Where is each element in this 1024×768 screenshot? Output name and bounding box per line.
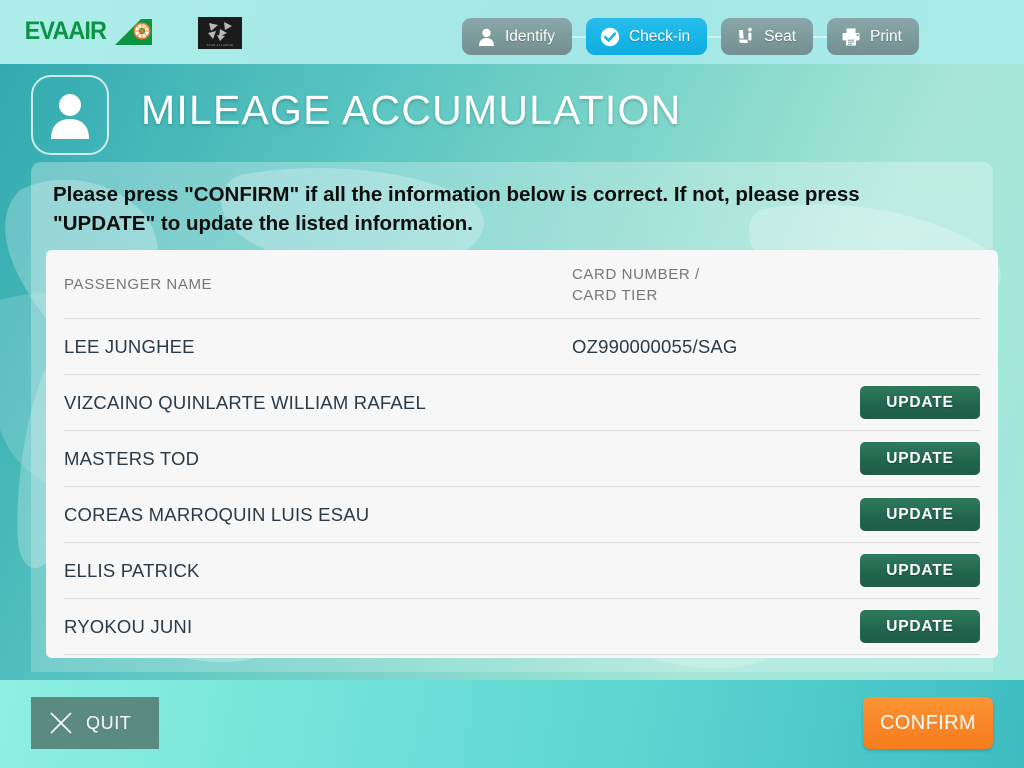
tab-seat-label: Seat <box>764 28 796 46</box>
passenger-table: PASSENGER NAME CARD NUMBER / CARD TIER L… <box>46 250 998 658</box>
eva-air-logo: EVAAIR <box>22 17 155 46</box>
instruction-text: Please press "CONFIRM" if all the inform… <box>53 180 958 238</box>
person-icon <box>475 26 497 48</box>
column-header-card: CARD NUMBER / CARD TIER <box>572 250 980 306</box>
table-row: ELLIS PATRICK UPDATE <box>46 543 998 598</box>
star-alliance-logo: STAR ALLIANCE <box>198 17 242 49</box>
passenger-name: ELLIS PATRICK <box>64 560 572 582</box>
content-panel: Please press "CONFIRM" if all the inform… <box>31 162 993 672</box>
printer-icon <box>840 26 862 48</box>
row-action: UPDATE <box>840 610 980 643</box>
update-button[interactable]: UPDATE <box>860 554 980 587</box>
table-row: MASTERS TOD UPDATE <box>46 431 998 486</box>
passenger-name: VIZCAINO QUINLARTE WILLIAM RAFAEL <box>64 392 572 414</box>
update-button[interactable]: UPDATE <box>860 610 980 643</box>
update-button[interactable]: UPDATE <box>860 498 980 531</box>
column-header-card-line1: CARD NUMBER / <box>572 264 980 285</box>
row-action: UPDATE <box>840 554 980 587</box>
table-header-row: PASSENGER NAME CARD NUMBER / CARD TIER <box>46 250 998 318</box>
divider <box>64 654 980 655</box>
passenger-name: LEE JUNGHEE <box>64 336 572 358</box>
passenger-name: RYOKOU JUNI <box>64 616 572 638</box>
eva-air-wordmark: EVAAIR <box>25 17 106 46</box>
seat-icon <box>734 26 756 48</box>
row-action: UPDATE <box>840 498 980 531</box>
check-circle-icon <box>599 26 621 48</box>
star-alliance-label: STAR ALLIANCE <box>207 43 234 47</box>
table-row: RYOKOU JUNI UPDATE <box>46 599 998 654</box>
page-title: MILEAGE ACCUMULATION <box>141 87 681 134</box>
confirm-button[interactable]: CONFIRM <box>863 697 993 749</box>
person-icon <box>48 91 92 139</box>
tab-identify-label: Identify <box>505 28 555 46</box>
card-number: OZ990000055/SAG <box>572 336 840 358</box>
tab-connector <box>707 36 721 38</box>
tab-connector <box>813 36 827 38</box>
row-action: UPDATE <box>840 442 980 475</box>
column-header-passenger-name: PASSENGER NAME <box>64 250 572 295</box>
table-row: COREAS MARROQUIN LUIS ESAU UPDATE <box>46 487 998 542</box>
tab-seat[interactable]: Seat <box>721 18 813 55</box>
top-bar: EVAAIR STAR ALLIANCE <box>0 0 1024 64</box>
passenger-name: MASTERS TOD <box>64 448 572 470</box>
column-header-card-line2: CARD TIER <box>572 285 980 306</box>
close-x-icon <box>48 710 74 736</box>
tab-checkin-label: Check-in <box>629 28 690 46</box>
progress-tabs: Identify Check-in Seat <box>462 18 919 55</box>
tab-checkin[interactable]: Check-in <box>586 18 707 55</box>
tab-print-label: Print <box>870 28 902 46</box>
row-action: UPDATE <box>840 386 980 419</box>
quit-button[interactable]: QUIT <box>31 697 159 749</box>
update-button[interactable]: UPDATE <box>860 442 980 475</box>
avatar <box>31 75 109 155</box>
table-row: VIZCAINO QUINLARTE WILLIAM RAFAEL UPDATE <box>46 375 998 430</box>
update-button[interactable]: UPDATE <box>860 386 980 419</box>
table-row: LEE JUNGHEE OZ990000055/SAG <box>46 319 998 374</box>
quit-button-label: QUIT <box>86 713 131 734</box>
bottom-bar: QUIT CONFIRM <box>0 680 1024 768</box>
tab-connector <box>572 36 586 38</box>
passenger-name: COREAS MARROQUIN LUIS ESAU <box>64 504 572 526</box>
tab-print[interactable]: Print <box>827 18 919 55</box>
tab-identify[interactable]: Identify <box>462 18 572 55</box>
eva-air-tailfin-icon <box>111 18 155 46</box>
page-header: MILEAGE ACCUMULATION <box>0 64 1024 162</box>
star-alliance-icon <box>205 20 235 42</box>
